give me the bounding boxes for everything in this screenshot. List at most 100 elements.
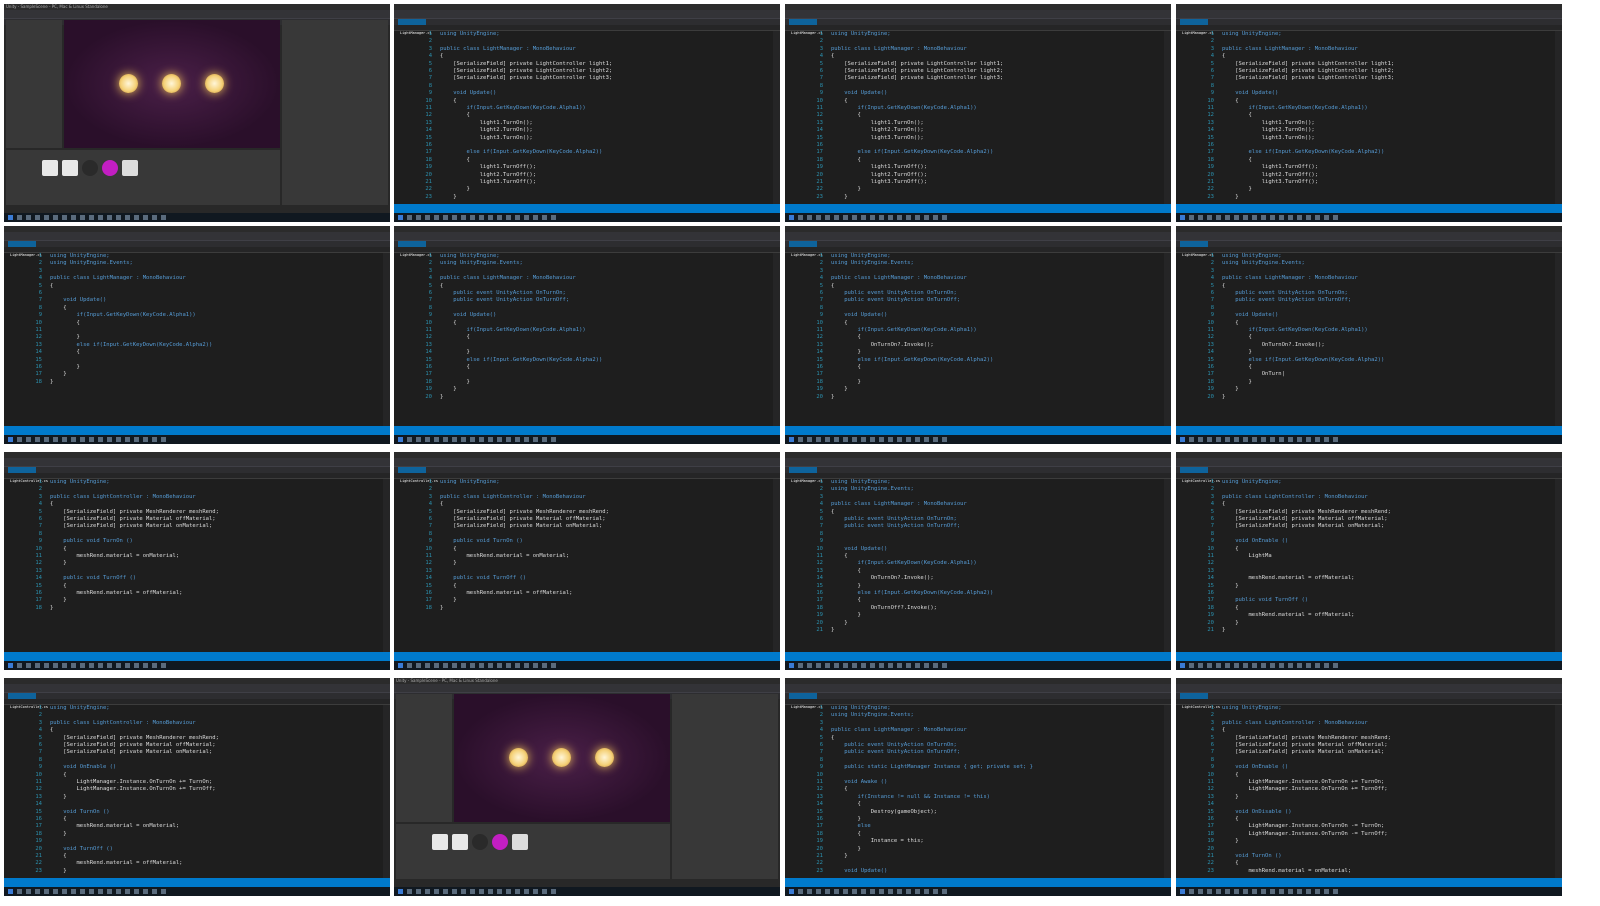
taskbar-app-icon[interactable] — [1306, 663, 1311, 668]
taskbar-app-icon[interactable] — [62, 889, 67, 894]
taskbar-app-icon[interactable] — [461, 437, 466, 442]
taskbar-app-icon[interactable] — [98, 663, 103, 668]
vertical-scrollbar[interactable] — [383, 479, 390, 652]
taskbar-app-icon[interactable] — [80, 215, 85, 220]
taskbar-app-icon[interactable] — [1306, 889, 1311, 894]
code-editor[interactable]: 1 2 3 4 5 6 7 8 9 10 11 12 13 14 15 16 17 18 19 20 21 22 23 usi… — [4, 705, 382, 878]
taskbar-app-icon[interactable] — [888, 437, 893, 442]
taskbar-app-icon[interactable] — [1252, 215, 1257, 220]
taskbar-app-icon[interactable] — [1216, 215, 1221, 220]
taskbar-app-icon[interactable] — [125, 437, 130, 442]
vertical-scrollbar[interactable] — [383, 253, 390, 426]
code-editor[interactable]: 1 2 3 4 5 6 7 8 9 10 11 12 13 14 15 16 17 18 19 20 21 22 23 usi… — [1176, 705, 1554, 878]
taskbar-app-icon[interactable] — [888, 889, 893, 894]
taskbar-app-icon[interactable] — [933, 663, 938, 668]
taskbar-app-icon[interactable] — [1252, 437, 1257, 442]
code-editor[interactable]: 1 2 3 4 5 6 7 8 9 10 11 12 13 14 15 16 17 18 19 20 21 22 23 usi… — [785, 31, 1163, 204]
taskbar-app-icon[interactable] — [1225, 663, 1230, 668]
taskbar-app-icon[interactable] — [825, 215, 830, 220]
taskbar-app-icon[interactable] — [452, 663, 457, 668]
taskbar-app-icon[interactable] — [1279, 663, 1284, 668]
taskbar-app-icon[interactable] — [1216, 663, 1221, 668]
taskbar-app-icon[interactable] — [53, 889, 58, 894]
taskbar-app-icon[interactable] — [924, 437, 929, 442]
taskbar-app-icon[interactable] — [798, 437, 803, 442]
taskbar-app-icon[interactable] — [1198, 437, 1203, 442]
taskbar-app-icon[interactable] — [879, 215, 884, 220]
taskbar-app-icon[interactable] — [1315, 663, 1320, 668]
taskbar-app-icon[interactable] — [143, 437, 148, 442]
code-editor[interactable]: 1 2 3 4 5 6 7 8 9 10 11 12 13 14 15 16 17 18 19 20 using Uni… — [785, 253, 1163, 426]
taskbar-app-icon[interactable] — [434, 215, 439, 220]
taskbar-app-icon[interactable] — [843, 889, 848, 894]
taskbar-app-icon[interactable] — [44, 889, 49, 894]
taskbar-app-icon[interactable] — [434, 889, 439, 894]
taskbar-app-icon[interactable] — [416, 437, 421, 442]
taskbar-app-icon[interactable] — [470, 215, 475, 220]
code-editor[interactable]: 1 2 3 4 5 6 7 8 9 10 11 12 13 14 15 16 17 18 19 20 using Uni… — [394, 253, 772, 426]
taskbar-app-icon[interactable] — [107, 663, 112, 668]
taskbar-app-icon[interactable] — [1297, 663, 1302, 668]
taskbar-app-icon[interactable] — [497, 889, 502, 894]
taskbar-app-icon[interactable] — [924, 663, 929, 668]
taskbar-app-icon[interactable] — [44, 437, 49, 442]
taskbar-app-icon[interactable] — [843, 663, 848, 668]
taskbar-app-icon[interactable] — [152, 437, 157, 442]
taskbar-app-icon[interactable] — [807, 663, 812, 668]
taskbar-app-icon[interactable] — [533, 889, 538, 894]
vertical-scrollbar[interactable] — [1555, 31, 1562, 204]
taskbar-app-icon[interactable] — [161, 889, 166, 894]
taskbar-app-icon[interactable] — [71, 215, 76, 220]
taskbar-app-icon[interactable] — [551, 889, 556, 894]
taskbar-app-icon[interactable] — [425, 215, 430, 220]
taskbar-app-icon[interactable] — [452, 215, 457, 220]
taskbar-app-icon[interactable] — [897, 663, 902, 668]
taskbar-app-icon[interactable] — [1189, 215, 1194, 220]
taskbar-app-icon[interactable] — [542, 437, 547, 442]
taskbar-app-icon[interactable] — [1234, 215, 1239, 220]
taskbar-app-icon[interactable] — [80, 889, 85, 894]
code-editor[interactable]: 1 2 3 4 5 6 7 8 9 10 11 12 13 14 15 16 17 18 using UnityEn… — [4, 253, 382, 426]
taskbar-app-icon[interactable] — [1252, 663, 1257, 668]
taskbar-app-icon[interactable] — [843, 437, 848, 442]
taskbar-app-icon[interactable] — [1333, 889, 1338, 894]
taskbar-app-icon[interactable] — [1324, 215, 1329, 220]
taskbar-app-icon[interactable] — [1243, 889, 1248, 894]
taskbar-app-icon[interactable] — [1288, 889, 1293, 894]
taskbar-app-icon[interactable] — [1270, 215, 1275, 220]
taskbar-app-icon[interactable] — [8, 889, 13, 894]
taskbar-app-icon[interactable] — [488, 215, 493, 220]
script-asset-icon[interactable] — [432, 834, 448, 850]
taskbar-app-icon[interactable] — [1234, 663, 1239, 668]
taskbar-app-icon[interactable] — [861, 663, 866, 668]
taskbar-app-icon[interactable] — [425, 663, 430, 668]
taskbar-app-icon[interactable] — [488, 437, 493, 442]
taskbar-app-icon[interactable] — [35, 889, 40, 894]
taskbar-app-icon[interactable] — [506, 663, 511, 668]
taskbar-app-icon[interactable] — [906, 215, 911, 220]
taskbar-app-icon[interactable] — [425, 437, 430, 442]
taskbar-app-icon[interactable] — [1207, 889, 1212, 894]
taskbar-app-icon[interactable] — [1225, 889, 1230, 894]
taskbar-app-icon[interactable] — [870, 663, 875, 668]
taskbar-app-icon[interactable] — [443, 889, 448, 894]
taskbar-app-icon[interactable] — [98, 215, 103, 220]
taskbar-app-icon[interactable] — [533, 663, 538, 668]
taskbar-app-icon[interactable] — [107, 437, 112, 442]
taskbar-app-icon[interactable] — [53, 215, 58, 220]
taskbar-app-icon[interactable] — [107, 889, 112, 894]
taskbar-app-icon[interactable] — [798, 663, 803, 668]
taskbar-app-icon[interactable] — [1252, 889, 1257, 894]
taskbar-app-icon[interactable] — [879, 889, 884, 894]
taskbar-app-icon[interactable] — [89, 889, 94, 894]
taskbar-app-icon[interactable] — [479, 437, 484, 442]
taskbar-app-icon[interactable] — [506, 889, 511, 894]
taskbar-app-icon[interactable] — [89, 663, 94, 668]
taskbar-app-icon[interactable] — [152, 663, 157, 668]
taskbar-app-icon[interactable] — [825, 437, 830, 442]
taskbar-app-icon[interactable] — [1297, 437, 1302, 442]
taskbar-app-icon[interactable] — [506, 437, 511, 442]
taskbar-app-icon[interactable] — [888, 215, 893, 220]
taskbar-app-icon[interactable] — [1333, 437, 1338, 442]
taskbar-app-icon[interactable] — [834, 215, 839, 220]
